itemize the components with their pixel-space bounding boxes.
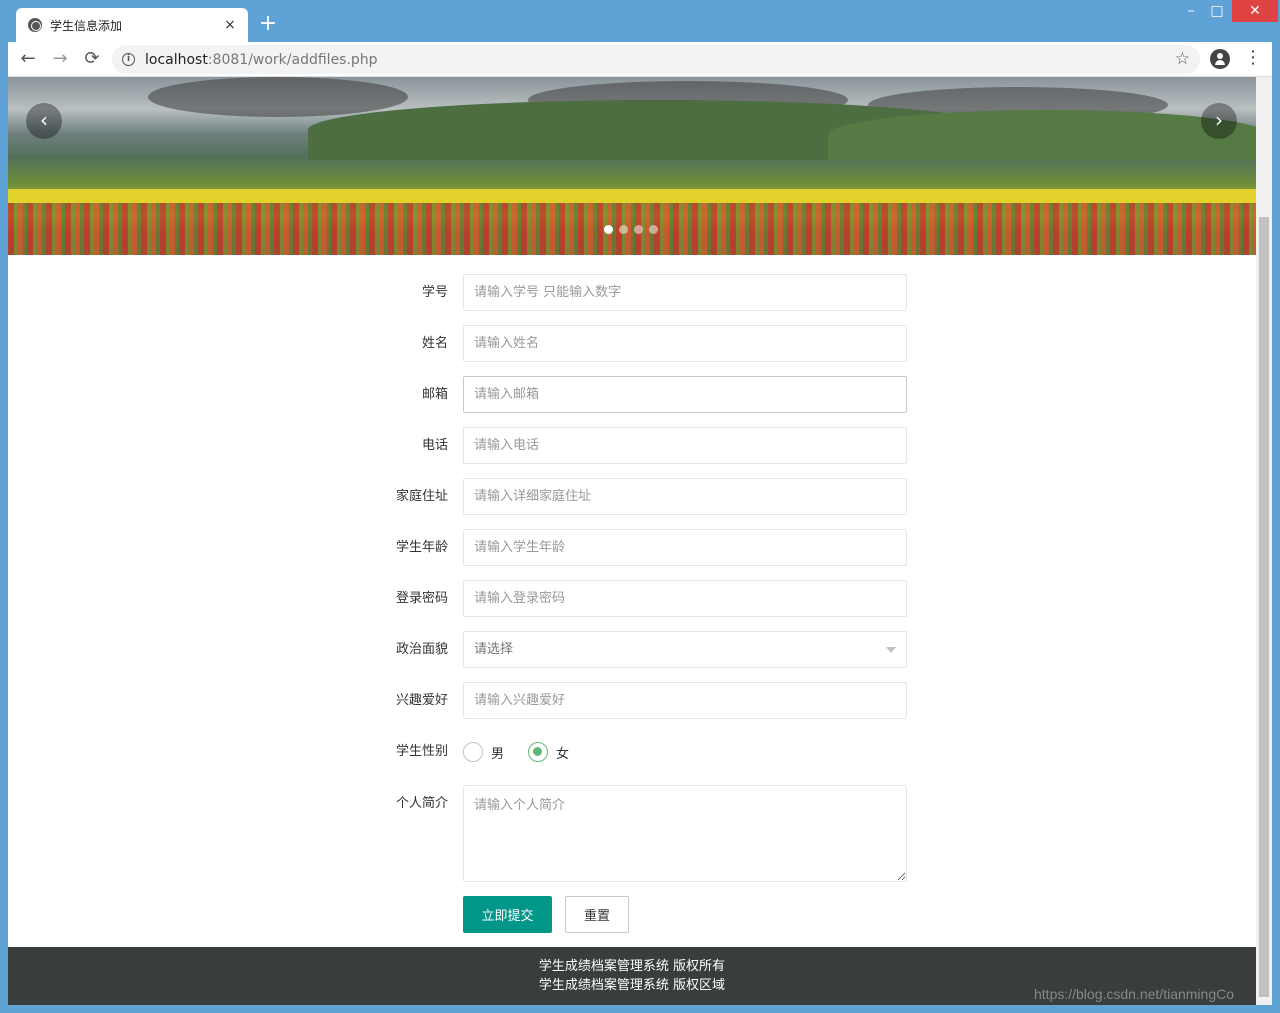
forward-arrow-icon[interactable]: → (48, 47, 72, 71)
form-row-politics: 政治面貌 请选择 (378, 631, 908, 669)
carousel-field-yellow (8, 189, 1256, 203)
scrollbar-thumb[interactable] (1259, 217, 1269, 997)
carousel-prev-button[interactable]: ‹ (26, 103, 62, 139)
browser-tab[interactable]: 学生信息添加 × (16, 8, 248, 42)
phone-input[interactable] (463, 427, 907, 464)
address-label: 家庭住址 (395, 489, 448, 504)
info-icon[interactable]: i (122, 53, 135, 66)
back-arrow-icon[interactable]: ← (16, 47, 40, 71)
intro-label: 个人简介 (395, 796, 448, 811)
form-row-password: 登录密码 (378, 580, 908, 618)
page-scrollbar[interactable] (1256, 77, 1272, 1005)
form-row-email: 邮箱 (378, 376, 908, 414)
globe-icon (28, 18, 42, 32)
email-input[interactable] (463, 376, 907, 413)
name-input[interactable] (463, 325, 907, 362)
radio-checked-icon (528, 742, 549, 762)
politics-label: 政治面貌 (395, 642, 448, 657)
carousel-mountain (828, 110, 1256, 160)
window-minimize-button[interactable]: – (1178, 0, 1204, 22)
phone-label: 电话 (421, 438, 448, 453)
window-maximize-button[interactable]: □ (1204, 0, 1230, 22)
dropdown-triangle-icon (886, 647, 896, 653)
politics-selected-value: 请选择 (474, 642, 514, 657)
reset-button[interactable]: 重置 (565, 896, 629, 933)
gender-male-radio[interactable]: 男 (463, 742, 504, 762)
reload-icon[interactable]: ⟳ (80, 47, 104, 71)
form-row-phone: 电话 (378, 427, 908, 465)
student-id-label: 学号 (421, 285, 448, 300)
hobby-label: 兴趣爱好 (395, 693, 448, 708)
form-row-address: 家庭住址 (378, 478, 908, 516)
address-input[interactable] (463, 478, 907, 515)
browser-toolbar: ← → ⟳ i localhost:8081/work/addfiles.php… (8, 42, 1272, 77)
gender-female-label: 女 (556, 746, 570, 762)
account-icon[interactable] (1210, 49, 1230, 69)
watermark-text: https://blog.csdn.net/tianmingCo (1034, 986, 1235, 1002)
new-tab-button[interactable]: + (258, 12, 278, 36)
age-label: 学生年龄 (395, 540, 448, 555)
tab-close-icon[interactable]: × (222, 17, 238, 33)
carousel-indicators (604, 225, 658, 234)
form-row-gender: 学生性别 男 女 (378, 733, 908, 771)
carousel-dot[interactable] (649, 225, 658, 234)
form-actions: 立即提交 重置 (378, 896, 908, 934)
gender-radio-group: 男 女 (463, 733, 593, 771)
password-label: 登录密码 (395, 591, 448, 606)
radio-unchecked-icon (463, 742, 483, 762)
intro-textarea[interactable] (463, 785, 907, 882)
tab-title: 学生信息添加 (50, 18, 123, 33)
carousel-dot[interactable] (604, 225, 613, 234)
page-viewport: ‹ › 学号 姓名 邮箱 电话 家庭住址 学生年龄 (8, 77, 1256, 1005)
email-label: 邮箱 (421, 387, 448, 402)
student-id-input[interactable] (463, 274, 907, 311)
form-row-intro: 个人简介 (378, 785, 908, 882)
address-bar[interactable]: i localhost:8081/work/addfiles.php ☆ (112, 45, 1200, 74)
carousel-next-button[interactable]: › (1201, 103, 1237, 139)
form-row-hobby: 兴趣爱好 (378, 682, 908, 720)
window-titlebar: 学生信息添加 × + – □ ✕ (0, 0, 1280, 42)
form-row-name: 姓名 (378, 325, 908, 363)
submit-button[interactable]: 立即提交 (463, 896, 552, 933)
carousel-dot[interactable] (619, 225, 628, 234)
window-border (0, 1005, 1280, 1013)
carousel-cloud (148, 77, 408, 117)
password-input[interactable] (463, 580, 907, 617)
form-row-student-id: 学号 (378, 274, 908, 312)
window-close-button[interactable]: ✕ (1232, 0, 1278, 22)
url-path: :8081/work/addfiles.php (207, 51, 378, 68)
bookmark-star-icon[interactable]: ☆ (1175, 49, 1190, 69)
gender-male-label: 男 (491, 746, 505, 762)
browser-menu-icon[interactable]: ⋮ (1244, 47, 1262, 68)
gender-label: 学生性别 (395, 744, 448, 759)
politics-select[interactable]: 请选择 (463, 631, 907, 668)
banner-carousel: ‹ › (8, 77, 1256, 255)
age-input[interactable] (463, 529, 907, 566)
gender-female-radio[interactable]: 女 (528, 742, 569, 762)
url-host: localhost (145, 51, 208, 68)
form-row-age: 学生年龄 (378, 529, 908, 567)
footer-copyright-line1: 学生成绩档案管理系统 版权所有 (538, 959, 726, 974)
hobby-input[interactable] (463, 682, 907, 719)
name-label: 姓名 (421, 336, 448, 351)
carousel-dot[interactable] (634, 225, 643, 234)
